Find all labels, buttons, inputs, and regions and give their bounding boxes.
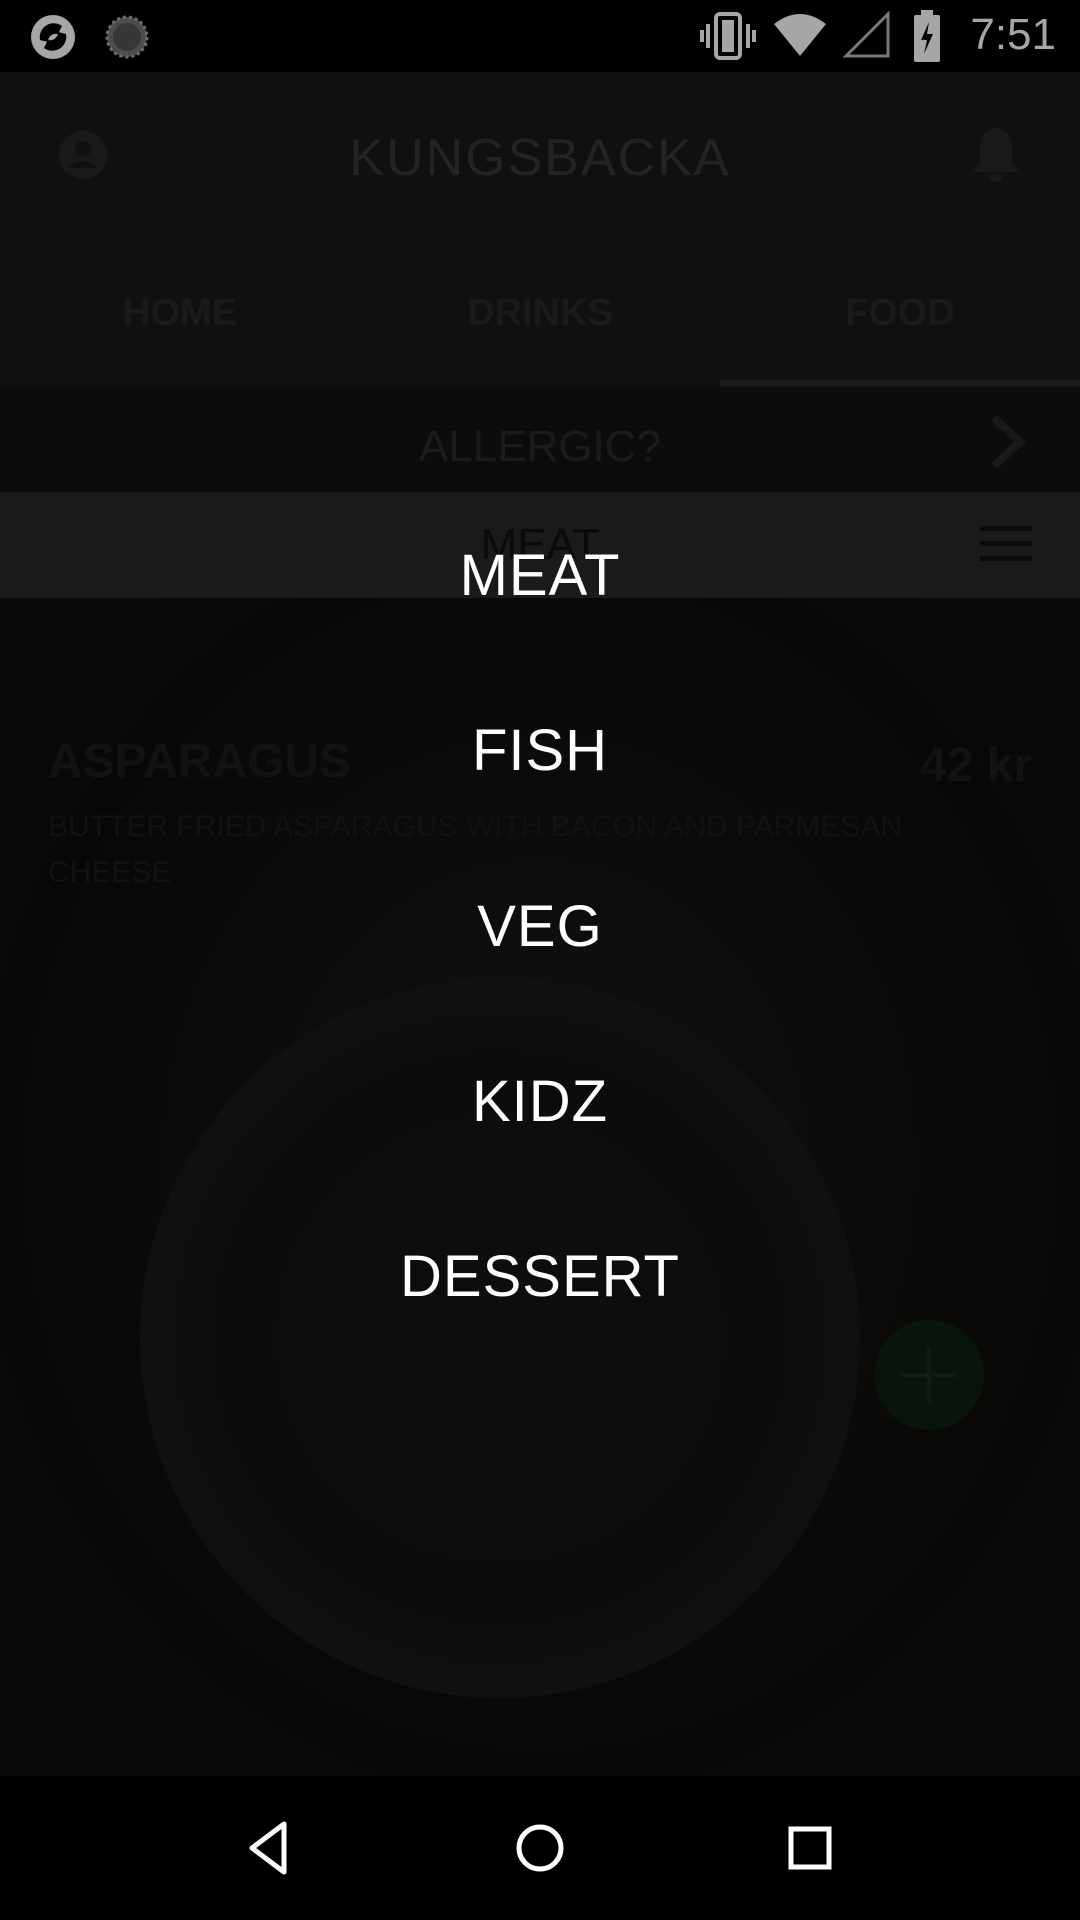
home-icon[interactable]	[508, 1816, 572, 1880]
recents-icon[interactable]	[778, 1816, 842, 1880]
category-menu-overlay: MEAT FISH VEG KIDZ DESSERT	[0, 0, 1080, 1776]
navigation-bar	[0, 1776, 1080, 1920]
back-icon[interactable]	[238, 1816, 302, 1880]
menu-item-meat[interactable]: MEAT	[0, 542, 1080, 609]
menu-item-fish[interactable]: FISH	[0, 717, 1080, 784]
menu-item-veg[interactable]: VEG	[0, 893, 1080, 960]
menu-item-kidz[interactable]: KIDZ	[0, 1068, 1080, 1135]
menu-item-dessert[interactable]: DESSERT	[0, 1243, 1080, 1310]
